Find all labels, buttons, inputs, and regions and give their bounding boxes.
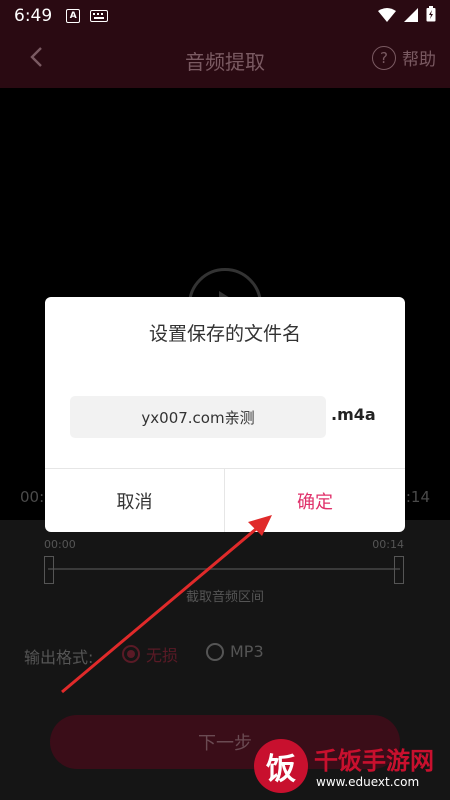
format-option-label: 无损 [146, 646, 179, 665]
format-option-mp3[interactable]: MP3 [206, 642, 264, 661]
help-button[interactable]: ? 帮助 [372, 45, 436, 70]
question-circle-icon: ? [372, 45, 396, 70]
watermark-name: 千饭手游网 [314, 747, 434, 775]
status-left-icons: A [66, 7, 109, 26]
keyboard-icon [90, 7, 109, 26]
format-option-lossless[interactable]: 无损 [122, 642, 178, 666]
radio-selected-icon [122, 645, 140, 663]
range-label: 截取音频区间 [185, 590, 264, 605]
file-extension: .m4a [331, 405, 376, 424]
video-total-time: :14 [405, 488, 430, 506]
watermark: 饭 千饭手游网 www.eduext.com [250, 735, 450, 797]
battery-icon [426, 6, 436, 26]
timeline-start-time: 00:00 [44, 538, 76, 551]
app-header: 音频提取 ? 帮助 [0, 32, 450, 88]
signal-icon [404, 7, 418, 26]
help-label: 帮助 [402, 50, 436, 70]
watermark-url: www.eduext.com [316, 775, 420, 789]
format-option-label: MP3 [230, 642, 264, 661]
notification-a-icon: A [66, 9, 81, 23]
video-current-time: 00: [20, 488, 45, 506]
range-start-handle[interactable] [44, 556, 54, 584]
range-end-handle[interactable] [394, 556, 404, 584]
wifi-icon [378, 7, 396, 26]
filename-input[interactable] [70, 396, 326, 438]
status-time: 6:49 [14, 6, 53, 26]
radio-unselected-icon [206, 642, 224, 661]
output-format-label: 输出格式: [24, 648, 94, 667]
confirm-button[interactable]: 确定 [225, 469, 405, 532]
status-right-icons [378, 6, 436, 26]
watermark-logo: 饭 [254, 739, 308, 793]
timeline-track[interactable] [48, 568, 400, 570]
dialog-title: 设置保存的文件名 [148, 323, 301, 345]
status-bar: 6:49 A [0, 0, 450, 32]
save-filename-dialog: 设置保存的文件名 .m4a 取消 确定 [45, 297, 405, 532]
cancel-button[interactable]: 取消 [45, 469, 224, 532]
timeline-end-time: 00:14 [372, 538, 404, 551]
